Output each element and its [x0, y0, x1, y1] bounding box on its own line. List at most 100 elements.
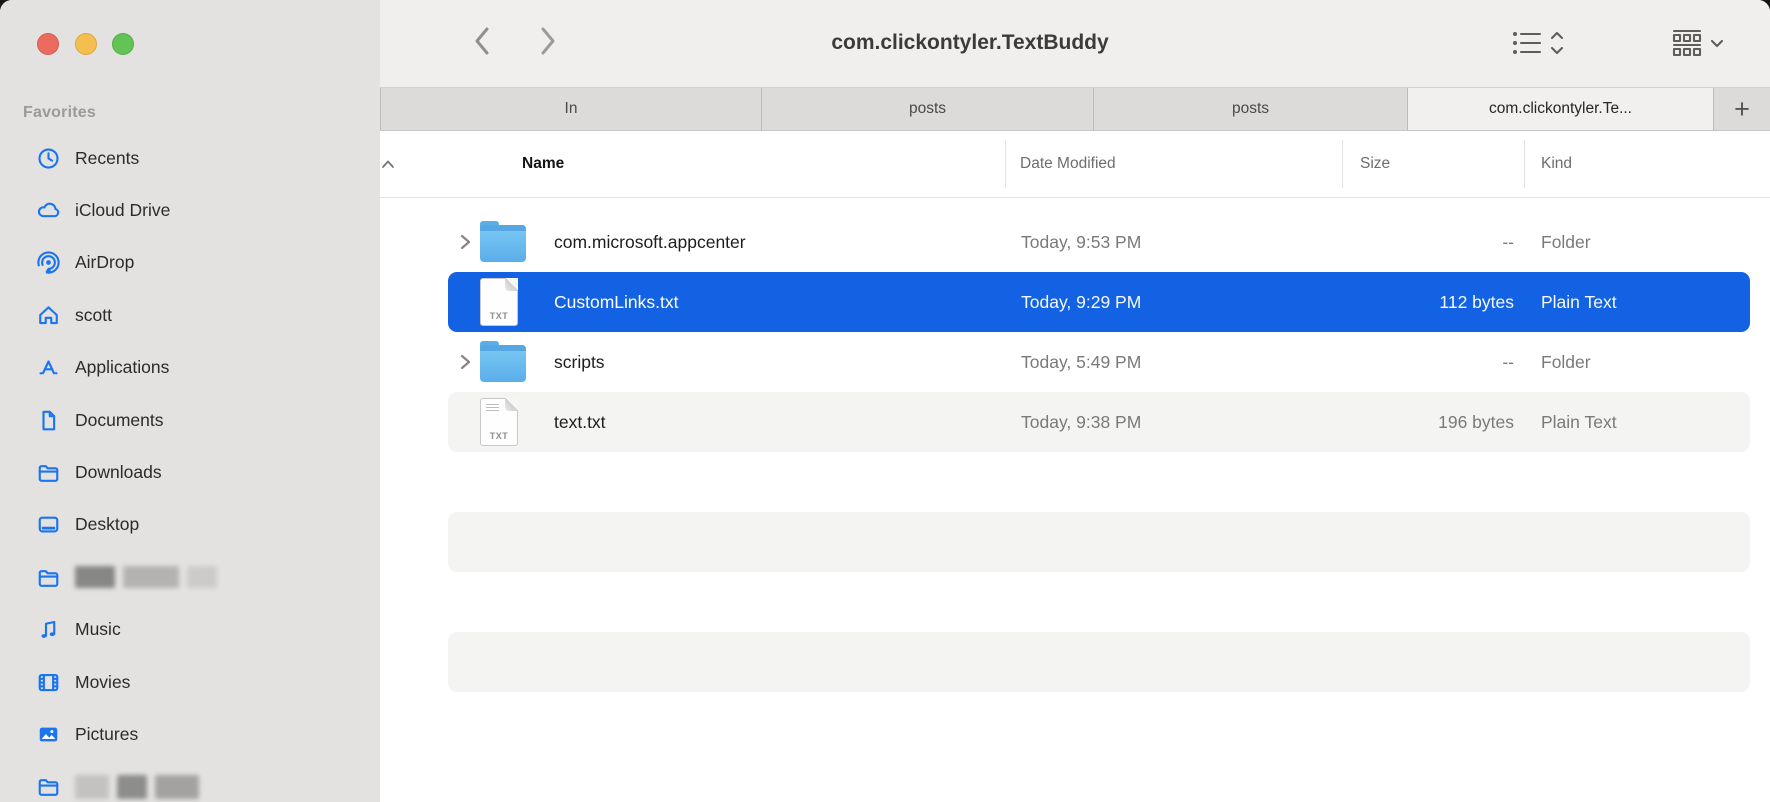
file-size: 112 bytes — [1439, 291, 1514, 312]
folder-icon — [35, 774, 61, 800]
sidebar-item-label: Applications — [75, 357, 170, 378]
column-divider[interactable] — [1005, 140, 1006, 188]
text-file-icon: TXT — [480, 392, 518, 452]
sidebar-item-label: Desktop — [75, 514, 140, 535]
window-title: com.clickontyler.TextBuddy — [831, 30, 1109, 54]
zoom-window-button[interactable] — [112, 33, 134, 55]
file-kind: Folder — [1541, 351, 1591, 372]
tab-bar: In posts posts com.clickontyler.Te... + — [380, 87, 1770, 131]
list-view-icon — [1511, 29, 1543, 57]
tab-posts-2[interactable]: posts — [1094, 88, 1408, 130]
chevron-right-icon — [538, 26, 558, 59]
sidebar-item-label: scott — [75, 304, 112, 325]
sidebar-item-applications[interactable]: Applications — [0, 342, 380, 394]
up-down-chevrons-icon — [1549, 29, 1565, 57]
new-tab-button[interactable]: + — [1714, 88, 1770, 130]
column-header-name[interactable]: Name — [522, 131, 564, 197]
sidebar-item-downloads[interactable]: Downloads — [0, 446, 380, 498]
app-store-icon — [35, 355, 61, 381]
sidebar-list: Recents iCloud Drive AirDrop scott Appli… — [0, 132, 380, 802]
sidebar-item-recents[interactable]: Recents — [0, 132, 380, 184]
sidebar: Favorites Recents iCloud Drive AirDrop s… — [0, 0, 380, 802]
group-by-button[interactable] — [1665, 0, 1731, 85]
file-name: scripts — [554, 351, 605, 372]
file-date-modified: Today, 9:38 PM — [1021, 411, 1142, 432]
content-area: com.clickontyler.TextBuddy In posts post… — [380, 0, 1770, 802]
sidebar-item-label: Recents — [75, 147, 140, 168]
file-kind: Plain Text — [1541, 411, 1617, 432]
column-header-date-modified[interactable]: Date Modified — [1020, 131, 1116, 197]
column-header-kind[interactable]: Kind — [1541, 131, 1572, 197]
file-name: CustomLinks.txt — [554, 291, 679, 312]
minimize-window-button[interactable] — [75, 33, 97, 55]
folder-icon — [480, 212, 526, 272]
empty-row-stripe — [448, 632, 1750, 692]
sidebar-item-label: Movies — [75, 671, 131, 692]
document-icon — [35, 407, 61, 433]
folder-icon — [480, 332, 526, 392]
airdrop-icon — [35, 250, 61, 276]
sidebar-item-label: Documents — [75, 409, 164, 430]
clock-icon — [35, 145, 61, 171]
text-file-icon: TXT — [480, 272, 518, 332]
table-row[interactable]: scripts Today, 5:49 PM -- Folder — [448, 332, 1750, 392]
file-date-modified: Today, 9:53 PM — [1021, 231, 1142, 252]
table-row[interactable]: com.microsoft.appcenter Today, 9:53 PM -… — [448, 212, 1750, 272]
desktop-icon — [35, 512, 61, 538]
chevron-left-icon — [472, 26, 492, 59]
sidebar-section-favorites: Favorites — [23, 104, 96, 121]
column-divider[interactable] — [1342, 140, 1343, 188]
photo-icon — [35, 721, 61, 747]
home-icon — [35, 302, 61, 328]
tab-posts[interactable]: posts — [762, 88, 1094, 130]
file-date-modified: Today, 5:49 PM — [1021, 351, 1142, 372]
film-icon — [35, 669, 61, 695]
file-size: -- — [1502, 351, 1514, 372]
file-size: 196 bytes — [1438, 411, 1514, 432]
disclosure-chevron-icon[interactable] — [454, 332, 476, 392]
toolbar: com.clickontyler.TextBuddy — [380, 0, 1770, 87]
sidebar-item-movies[interactable]: Movies — [0, 656, 380, 708]
column-header-row: Name Date Modified Size Kind — [380, 131, 1770, 198]
folder-icon — [35, 564, 61, 590]
disclosure-chevron-icon[interactable] — [454, 212, 476, 272]
folder-icon — [35, 460, 61, 486]
sidebar-item-pictures[interactable]: Pictures — [0, 708, 380, 760]
sidebar-item-label: Pictures — [75, 723, 139, 744]
sidebar-item-label: Music — [75, 619, 121, 640]
sidebar-item-desktop[interactable]: Desktop — [0, 499, 380, 551]
tab-in[interactable]: In — [380, 88, 762, 130]
sidebar-item-label: Downloads — [75, 462, 162, 483]
file-kind: Folder — [1541, 231, 1591, 252]
cloud-icon — [35, 198, 61, 224]
view-mode-button[interactable] — [1505, 0, 1571, 85]
sidebar-item-documents[interactable]: Documents — [0, 394, 380, 446]
column-divider[interactable] — [1524, 140, 1525, 188]
file-name: text.txt — [554, 411, 606, 432]
file-date-modified: Today, 9:29 PM — [1021, 291, 1142, 312]
sidebar-item-redacted[interactable] — [0, 551, 380, 603]
tab-com-clickontyler-active[interactable]: com.clickontyler.Te... — [1408, 88, 1714, 130]
sidebar-item-redacted[interactable] — [0, 761, 380, 802]
redacted-label — [75, 774, 199, 799]
sidebar-item-airdrop[interactable]: AirDrop — [0, 237, 380, 289]
table-row[interactable]: TXT text.txt Today, 9:38 PM 196 bytes Pl… — [448, 392, 1750, 452]
empty-row-stripe — [448, 512, 1750, 572]
back-button[interactable] — [460, 20, 504, 64]
txt-badge: TXT — [489, 431, 509, 441]
close-window-button[interactable] — [37, 33, 59, 55]
sidebar-item-icloud-drive[interactable]: iCloud Drive — [0, 184, 380, 236]
forward-button[interactable] — [526, 20, 570, 64]
sidebar-item-music[interactable]: Music — [0, 604, 380, 656]
file-kind: Plain Text — [1541, 291, 1617, 312]
txt-badge: TXT — [489, 311, 509, 321]
redacted-label — [75, 566, 217, 589]
gallery-grid-icon — [1671, 28, 1703, 58]
table-row-selected[interactable]: TXT CustomLinks.txt Today, 9:29 PM 112 b… — [448, 272, 1750, 332]
column-header-size[interactable]: Size — [1360, 131, 1390, 197]
sidebar-item-label: AirDrop — [75, 252, 135, 273]
chevron-down-icon — [1709, 29, 1725, 57]
finder-window: Favorites Recents iCloud Drive AirDrop s… — [0, 0, 1770, 802]
file-size: -- — [1502, 231, 1514, 252]
sidebar-item-home-scott[interactable]: scott — [0, 289, 380, 341]
